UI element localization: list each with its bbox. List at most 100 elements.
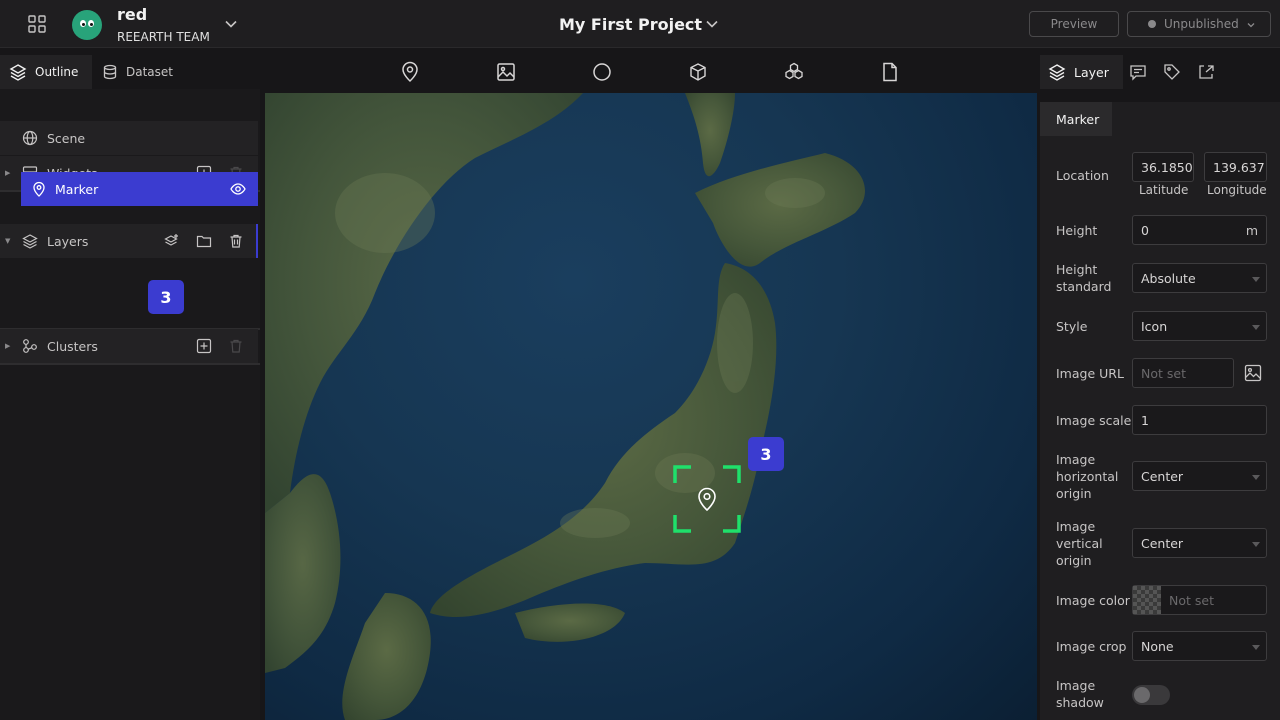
style-label: Style [1056, 319, 1088, 334]
image-scale-label: Image scale [1056, 413, 1132, 428]
tree-item-clusters[interactable]: ▶ Clusters [0, 329, 258, 363]
delete-icon[interactable] [228, 233, 244, 249]
location-label: Location [1056, 168, 1109, 183]
image-tool-icon[interactable] [495, 61, 517, 83]
image-vertical-origin-select[interactable]: Center [1132, 528, 1267, 558]
expand-caret-icon[interactable]: ▶ [5, 169, 10, 177]
tab-dataset[interactable]: Dataset [102, 55, 173, 89]
height-standard-value: Absolute [1141, 270, 1196, 286]
image-url-label: Image URL [1056, 366, 1124, 381]
dropdown-arrow-icon [1252, 325, 1260, 330]
image-url-input[interactable]: Not set [1132, 358, 1234, 388]
tab-layer-label: Layer [1074, 64, 1109, 80]
map-pin-icon[interactable] [696, 486, 718, 512]
preview-button[interactable]: Preview [1029, 11, 1119, 37]
image-crop-label: Image crop [1056, 639, 1127, 654]
export-icon [1197, 63, 1215, 81]
latitude-input[interactable]: 36.1850 [1132, 152, 1194, 182]
image-crop-value: None [1141, 638, 1174, 654]
globe-icon [22, 130, 38, 146]
tab-export[interactable] [1197, 55, 1215, 89]
image-vertical-origin-value: Center [1141, 535, 1184, 551]
longitude-label: Longitude [1207, 183, 1267, 197]
folder-icon[interactable] [196, 233, 212, 249]
map-viewport[interactable] [265, 93, 1037, 720]
status-dot-icon [1148, 20, 1156, 28]
box-tool-icon[interactable] [687, 61, 709, 83]
apps-grid-icon[interactable] [28, 15, 46, 33]
team-name: REEARTH TEAM [117, 30, 210, 44]
image-scale-input[interactable]: 1 [1132, 405, 1267, 435]
tab-info[interactable] [1129, 55, 1147, 89]
avatar[interactable] [72, 10, 102, 40]
selection-accent [256, 224, 258, 258]
color-swatch[interactable] [1133, 586, 1161, 614]
marker-tool-icon[interactable] [399, 61, 421, 83]
info-icon [1129, 63, 1147, 81]
app-header: red REEARTH TEAM My First Project Previe… [0, 0, 1280, 48]
left-panel-tabs: Outline Dataset [0, 55, 260, 89]
height-unit: m [1245, 222, 1258, 238]
height-standard-select[interactable]: Absolute [1132, 263, 1267, 293]
tree-item-scene[interactable]: Scene [0, 121, 258, 155]
layers-icon [9, 63, 27, 81]
height-input[interactable]: 0 m [1132, 215, 1267, 245]
height-standard-label: Height standard [1056, 262, 1112, 294]
height-label: Height [1056, 223, 1098, 238]
image-shadow-label: Image shadow [1056, 678, 1104, 710]
layer-item-label: Marker [55, 181, 99, 197]
image-horizontal-origin-value: Center [1141, 468, 1184, 484]
tree-item-label: Scene [47, 130, 86, 146]
tab-outline[interactable]: Outline [0, 55, 92, 89]
toggle-knob [1134, 687, 1150, 703]
dropdown-arrow-icon [1252, 542, 1260, 547]
image-shadow-toggle[interactable] [1132, 685, 1170, 705]
style-select[interactable]: Icon [1132, 311, 1267, 341]
image-picker-icon[interactable] [1243, 363, 1263, 383]
step-badge: 3 [748, 437, 784, 471]
image-vertical-origin-label: Image vertical origin [1056, 519, 1103, 568]
image-horizontal-origin-select[interactable]: Center [1132, 461, 1267, 491]
file-tool-icon[interactable] [879, 61, 901, 83]
visibility-eye-icon[interactable] [230, 182, 246, 196]
add-cluster-icon[interactable] [196, 338, 212, 354]
user-name: red [117, 5, 148, 24]
layer-tool-bar [260, 55, 1040, 93]
tag-icon [1163, 63, 1181, 81]
height-value: 0 [1141, 222, 1149, 238]
layers-icon [1048, 63, 1066, 81]
map-pin-icon [31, 181, 47, 197]
database-icon [102, 64, 118, 80]
chevron-down-icon [1246, 20, 1256, 30]
publish-status-button[interactable]: Unpublished [1127, 11, 1271, 37]
collapse-caret-icon[interactable]: ▼ [5, 237, 10, 245]
layer-item-marker[interactable]: Marker [21, 172, 258, 206]
layers-icon [22, 233, 38, 249]
dropdown-arrow-icon [1252, 645, 1260, 650]
delete-icon[interactable] [228, 338, 244, 354]
sphere-tool-icon[interactable] [591, 61, 613, 83]
step-badge: 3 [148, 280, 184, 314]
tree-item-label: Clusters [47, 338, 98, 354]
tab-layer[interactable]: Layer [1040, 55, 1123, 89]
divider [0, 363, 260, 365]
dropdown-arrow-icon [1252, 277, 1260, 282]
tree-item-layers[interactable]: ▼ Layers [0, 224, 258, 258]
tab-tags[interactable] [1163, 55, 1181, 89]
image-color-label: Image color [1056, 593, 1130, 608]
image-horizontal-origin-label: Image horizontal origin [1056, 452, 1119, 501]
latitude-label: Latitude [1139, 183, 1189, 197]
cluster-icon [22, 338, 38, 354]
expand-caret-icon[interactable]: ▶ [5, 342, 10, 350]
longitude-input[interactable]: 139.637 [1204, 152, 1267, 182]
right-panel-tabs: Layer [1040, 55, 1280, 89]
add-layer-icon[interactable] [164, 233, 180, 249]
chevron-down-icon[interactable] [223, 16, 239, 32]
project-title: My First Project [559, 15, 703, 34]
section-tab-marker[interactable]: Marker [1040, 102, 1112, 136]
tree-item-label: Layers [47, 233, 89, 249]
dropdown-arrow-icon [1252, 475, 1260, 480]
image-crop-select[interactable]: None [1132, 631, 1267, 661]
model-tool-icon[interactable] [783, 61, 805, 83]
chevron-down-icon[interactable] [704, 16, 720, 32]
